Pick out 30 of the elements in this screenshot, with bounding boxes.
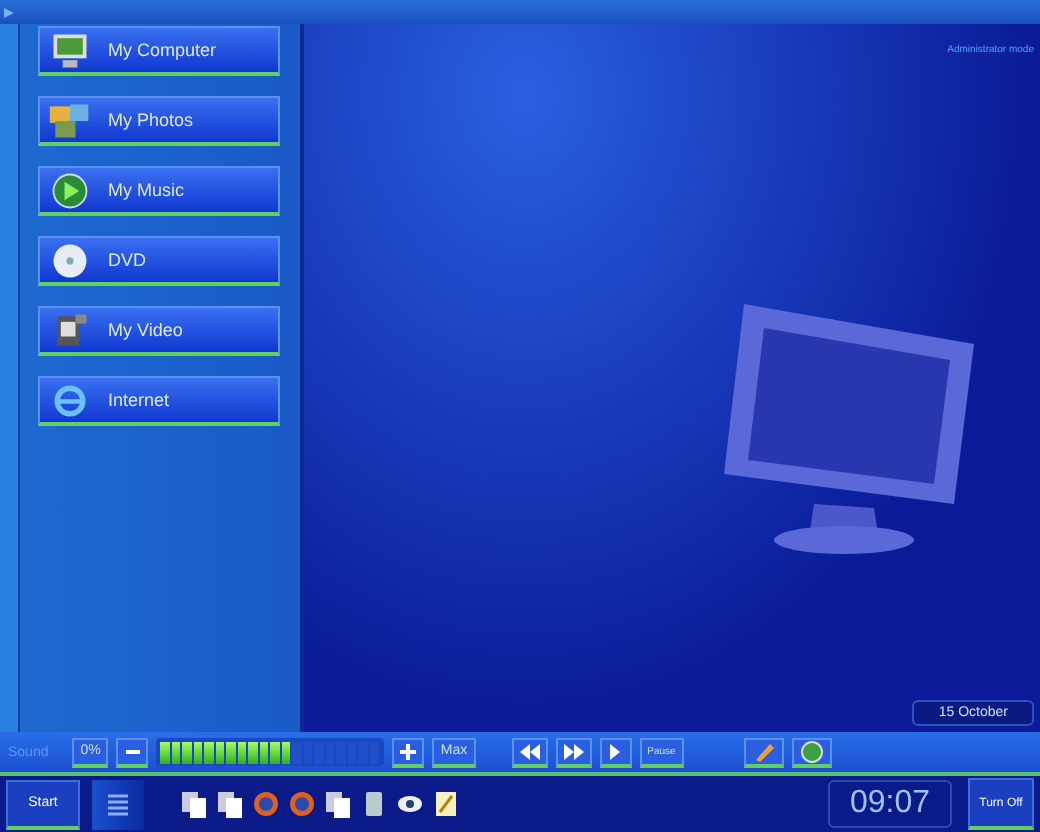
menu-button[interactable]: My Photos — [38, 96, 280, 146]
monitor-icon — [48, 31, 92, 69]
minus-icon[interactable] — [116, 737, 149, 767]
menu-button[interactable]: My Computer — [38, 26, 280, 76]
disc-icon — [48, 241, 92, 279]
document-icon[interactable] — [216, 790, 244, 818]
rewind-icon[interactable] — [511, 737, 548, 767]
pictures-icon — [48, 101, 92, 139]
list-icon[interactable] — [92, 779, 144, 829]
menu-button[interactable]: My Music — [38, 166, 280, 216]
fast-forward-icon[interactable] — [555, 737, 592, 767]
globe-icon[interactable] — [791, 737, 832, 767]
e-logo-icon — [48, 381, 92, 419]
document-icon[interactable] — [180, 790, 208, 818]
pencil-icon[interactable] — [743, 737, 784, 767]
arrow-icon[interactable] — [4, 7, 14, 17]
globe-icon[interactable] — [252, 790, 280, 818]
play-icon[interactable] — [599, 737, 632, 767]
eye-icon[interactable] — [396, 790, 424, 818]
globe-icon[interactable] — [288, 790, 316, 818]
menu-button[interactable]: My Video — [38, 306, 280, 356]
menu-button[interactable]: DVD — [38, 236, 280, 286]
clock: 09:07 — [828, 780, 952, 828]
phone-icon[interactable] — [360, 790, 388, 818]
play-icon — [48, 171, 92, 209]
document-icon[interactable] — [324, 790, 352, 818]
notepad-icon[interactable] — [432, 790, 460, 818]
plus-icon[interactable] — [392, 737, 425, 767]
volume-meter[interactable] — [156, 738, 385, 766]
menu-button[interactable]: Internet — [38, 376, 280, 426]
